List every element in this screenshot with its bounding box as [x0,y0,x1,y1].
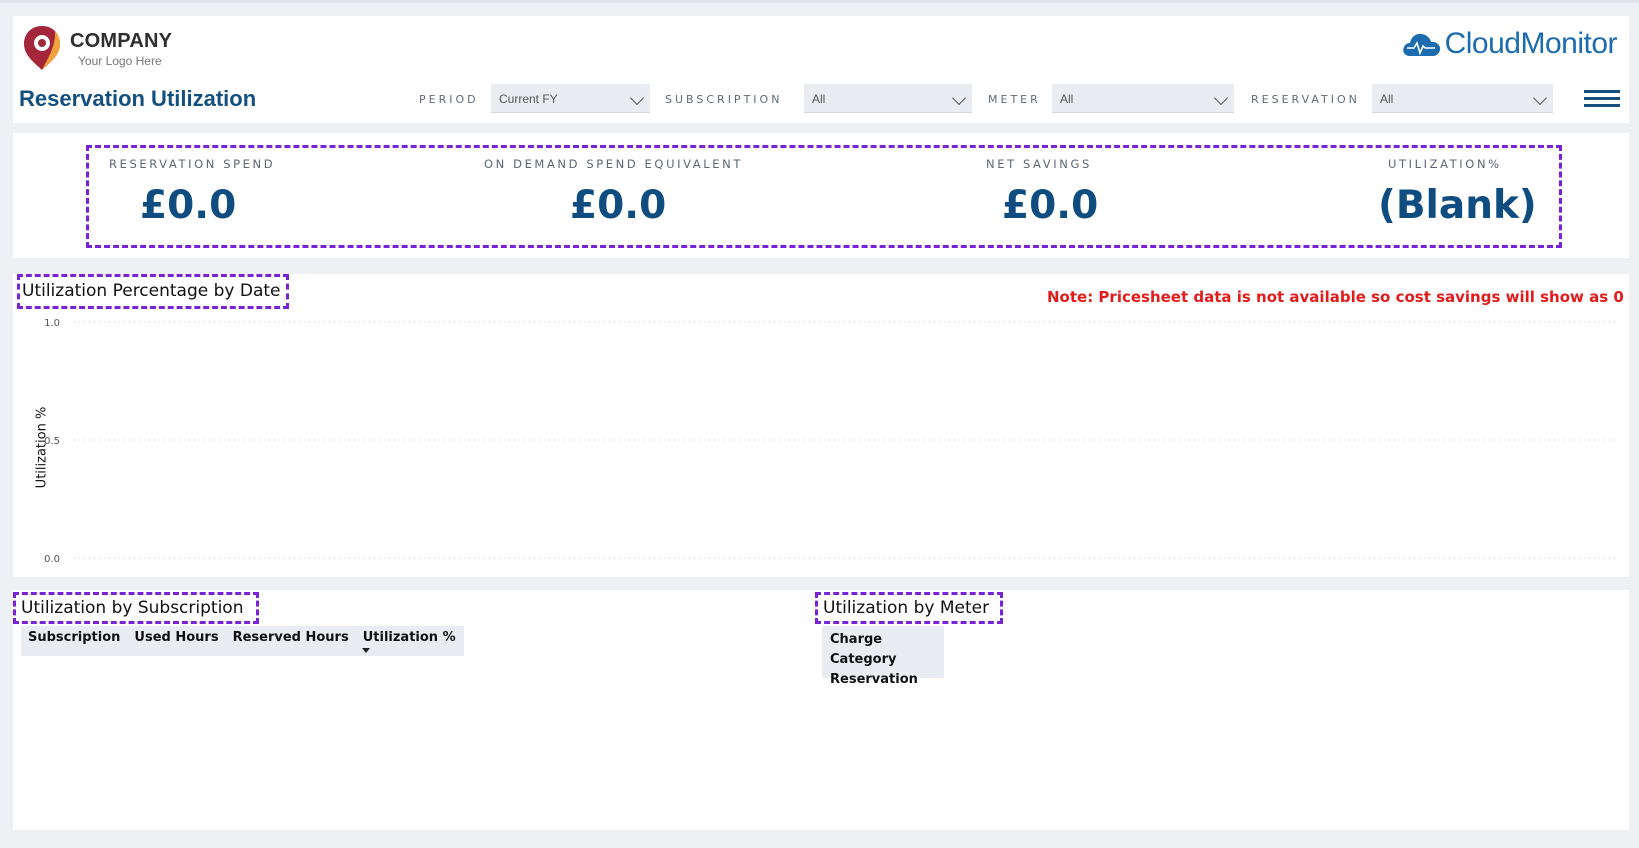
cloud-pulse-icon [1402,33,1440,56]
on-demand-equivalent-label: ON DEMAND SPEND EQUIVALENT [484,157,743,171]
column-reservation[interactable]: Reservation [830,670,936,690]
column-charge-category[interactable]: Charge Category [830,630,936,670]
column-utilization-label: Utilization % [362,630,456,645]
net-savings-value: £0.0 [1002,183,1099,228]
utilization-value: (Blank) [1378,183,1537,228]
y-tick-label: 0.0 [44,554,60,565]
subscription-filter-label: SUBSCRIPTION [665,93,783,106]
reservation-dropdown[interactable]: All [1372,84,1553,113]
subscription-dropdown[interactable]: All [804,84,972,113]
y-tick-label: 1.0 [44,318,60,329]
reservation-spend-value: £0.0 [140,183,237,228]
column-used-hours[interactable]: Used Hours [127,626,225,656]
chevron-down-icon [1213,90,1229,106]
column-reserved-hours[interactable]: Reserved Hours [226,626,356,656]
meter-filter-label: METER [988,93,1041,106]
hamburger-menu-icon[interactable] [1584,88,1620,108]
reservation-spend-label: RESERVATION SPEND [109,157,276,171]
company-logo: COMPANY Your Logo Here [22,24,197,74]
column-utilization[interactable]: Utilization % [356,626,464,656]
period-dropdown[interactable]: Current FY [491,84,650,113]
chevron-down-icon [629,90,645,106]
on-demand-equivalent-value: £0.0 [570,183,667,228]
meter-table-title: Utilization by Meter [823,598,990,618]
kpi-highlight-frame [86,145,1562,248]
y-tick-label: 0.5 [44,436,60,447]
brand-name: CloudMonitor [1444,27,1618,60]
utilization-label: UTILIZATION% [1388,157,1502,171]
chevron-down-icon [951,90,967,106]
subscription-value: All [812,92,826,106]
subscription-table-title: Utilization by Subscription [21,598,244,618]
reservation-filter-label: RESERVATION [1251,93,1360,106]
column-subscription[interactable]: Subscription [21,626,127,656]
company-tagline: Your Logo Here [78,54,162,68]
location-pin-icon [24,26,60,70]
subscription-table-header: Subscription Used Hours Reserved Hours U… [21,626,464,656]
cloudmonitor-brand: CloudMonitor [1401,24,1618,64]
sort-descending-icon [361,648,370,653]
chart-title: Utilization Percentage by Date [22,281,281,301]
reservation-value: All [1380,92,1394,106]
net-savings-label: NET SAVINGS [986,157,1092,171]
pricesheet-note: Note: Pricesheet data is not available s… [1047,288,1624,306]
company-name: COMPANY [70,30,173,52]
meter-dropdown[interactable]: All [1052,84,1234,113]
period-value: Current FY [499,92,558,106]
meter-value: All [1060,92,1074,106]
meter-table-header: Charge Category Reservation [822,626,944,687]
utilization-chart: 1.0 0.5 0.0 [44,318,1615,565]
page-title: Reservation Utilization [19,86,257,111]
top-border [0,0,1639,3]
chevron-down-icon [1532,90,1548,106]
period-filter-label: PERIOD [419,93,479,106]
